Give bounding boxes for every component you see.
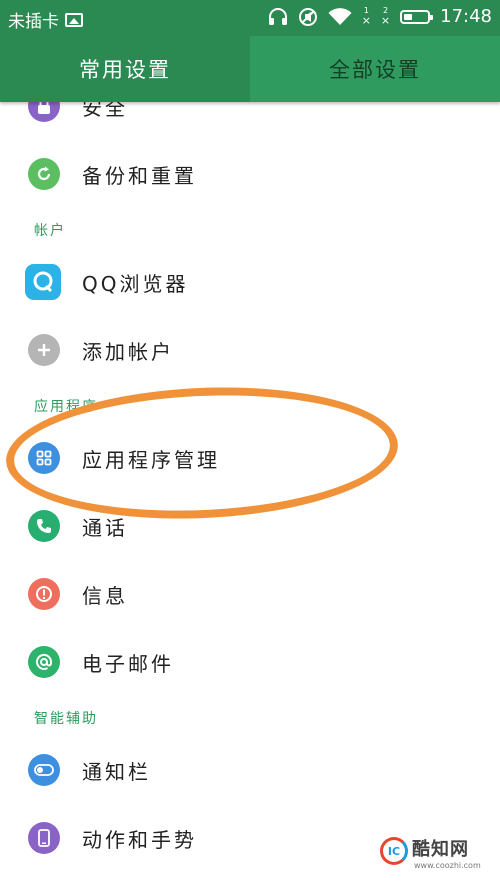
qq-browser-icon: [25, 264, 61, 300]
wifi-icon: [328, 7, 352, 26]
list-item-label: 电子邮件: [82, 651, 174, 676]
sim2-x: ×: [380, 14, 391, 27]
coozhi-logo-icon: IC: [380, 837, 408, 865]
at-icon: [28, 646, 60, 678]
sim2-no-signal-icon: 2 ×: [381, 6, 390, 27]
list-item-label: QQ浏览器: [82, 271, 189, 296]
sim1-x: ×: [361, 14, 371, 27]
list-item-notification-bar[interactable]: 通知栏: [0, 740, 500, 800]
status-time: 17:48: [440, 6, 492, 27]
list-item-calls[interactable]: 通话: [0, 496, 500, 556]
list-item-backup-reset[interactable]: 备份和重置: [0, 144, 500, 204]
headphones-icon: [268, 7, 288, 26]
phone-device-icon: [28, 822, 60, 854]
battery-icon: [400, 9, 434, 24]
list-item-label: 备份和重置: [82, 163, 197, 188]
status-bar: 未插卡 1 × 2 × 17:48: [0, 0, 500, 36]
watermark: IC 酷知网 www.coozhi.com: [380, 833, 492, 883]
list-item-label: 通知栏: [82, 759, 151, 784]
list-item-messages[interactable]: 信息: [0, 564, 500, 624]
settings-list: 安全 备份和重置 帐户 QQ浏览器 添加帐户 应用程序 应用程序管理 通话 信息…: [0, 102, 500, 889]
list-item-label: 添加帐户: [82, 339, 174, 364]
plus-icon: [28, 334, 60, 366]
alert-icon: [28, 578, 60, 610]
list-item-app-manager[interactable]: 应用程序管理: [0, 428, 500, 488]
list-item-label: 信息: [82, 583, 128, 608]
list-item-security[interactable]: 安全: [0, 102, 500, 136]
carrier-text: 未插卡: [8, 12, 59, 32]
list-item-email[interactable]: 电子邮件: [0, 632, 500, 692]
mute-icon: [298, 7, 318, 27]
list-item-add-account[interactable]: 添加帐户: [0, 320, 500, 380]
phone-icon: [28, 510, 60, 542]
toggle-icon: [28, 754, 60, 786]
list-item-label: 应用程序管理: [82, 447, 220, 472]
tab-common-settings[interactable]: 常用设置: [0, 36, 250, 102]
section-header-accounts: 帐户: [34, 223, 66, 239]
status-left: 未插卡: [8, 7, 83, 32]
section-header-apps: 应用程序: [34, 399, 98, 415]
lock-icon: [28, 102, 60, 122]
sim1-no-signal-icon: 1 ×: [362, 6, 371, 27]
section-header-smart-assist: 智能辅助: [34, 711, 98, 727]
watermark-title: 酷知网: [412, 839, 469, 860]
refresh-icon: [28, 158, 60, 190]
list-item-label: 通话: [82, 515, 128, 540]
settings-tabs: 常用设置 全部设置: [0, 36, 500, 102]
list-item-label: 安全: [82, 102, 128, 120]
status-right: 1 × 2 × 17:48: [268, 6, 492, 27]
grid-icon: [28, 442, 60, 474]
list-item-qq-browser[interactable]: QQ浏览器: [0, 252, 500, 312]
watermark-url: www.coozhi.com: [414, 861, 481, 870]
tab-all-settings[interactable]: 全部设置: [250, 36, 500, 102]
list-item-label: 动作和手势: [82, 827, 197, 852]
image-icon: [65, 12, 83, 27]
